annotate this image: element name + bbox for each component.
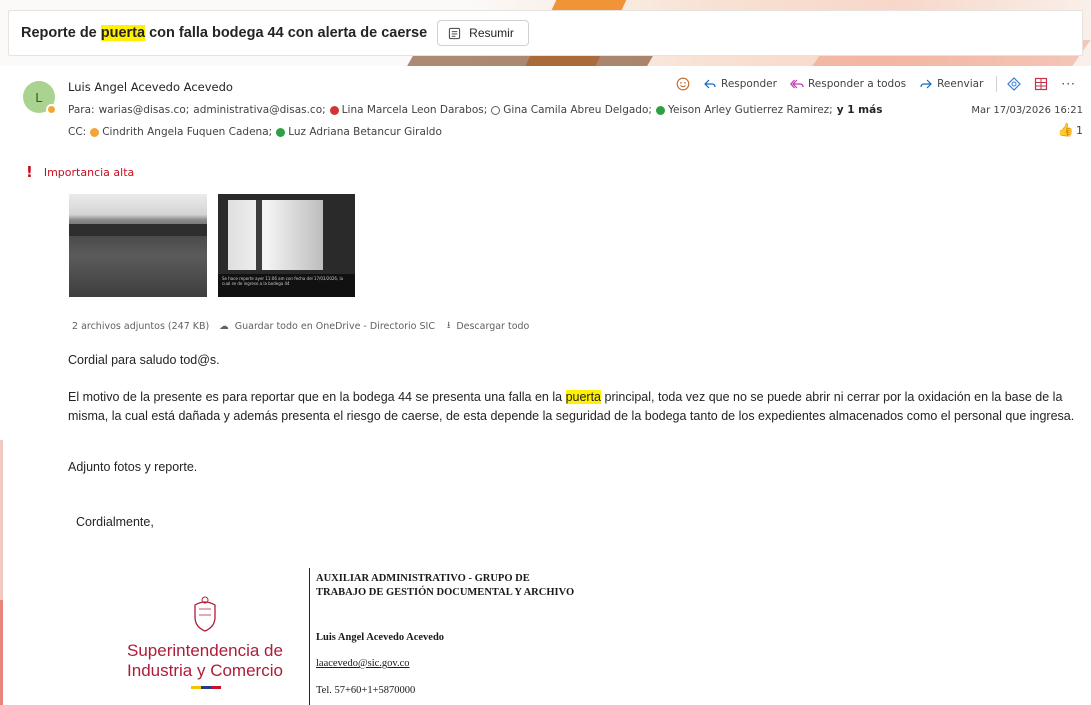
save-to-onedrive-link[interactable]: Guardar todo en OneDrive - Directorio SI… <box>235 321 435 332</box>
like-count: 1 <box>1076 124 1083 137</box>
forward-button[interactable]: Reenviar <box>919 77 983 91</box>
summary-icon <box>449 27 461 39</box>
download-all-link[interactable]: Descargar todo <box>456 321 529 332</box>
importance-icon: ! <box>26 163 33 181</box>
reply-all-icon <box>789 79 804 89</box>
presence-offline-icon <box>491 105 501 115</box>
signature-title: AUXILIAR ADMINISTRATIVO - GRUPO DE TRABA… <box>316 573 575 598</box>
summarize-label: Resumir <box>469 26 514 40</box>
signature-email[interactable]: laacevedo@sic.gov.co <box>316 658 410 669</box>
summarize-button[interactable]: Resumir <box>437 20 529 46</box>
cloud-icon: ☁ <box>219 320 229 332</box>
greeting: Cordial para saludo tod@s. <box>68 353 220 367</box>
more-icon: ··· <box>1061 77 1076 91</box>
search-highlight: puerta <box>100 25 146 41</box>
download-icon: ⭳ <box>446 320 451 331</box>
emoji-icon <box>676 77 690 91</box>
cc-recipients: CC: Cindrith Angela Fuquen Cadena; Luz A… <box>68 126 442 138</box>
more-actions-button[interactable]: ··· <box>1061 77 1075 91</box>
to-label: Para: <box>68 104 95 116</box>
presence-available-icon <box>276 127 286 137</box>
closing: Cordialmente, <box>76 515 154 529</box>
importance-label: Importancia alta <box>43 165 135 179</box>
email-subject: Reporte de puerta con falla bodega 44 co… <box>21 25 428 41</box>
cc-label: CC: <box>68 126 87 138</box>
copilot-icon <box>1007 77 1022 91</box>
avatar-initial: L <box>35 89 43 105</box>
emoji-react-button[interactable] <box>676 77 690 91</box>
signature-phone: Tel. 57+60+1+5870000 <box>316 685 416 696</box>
presence-away-icon <box>46 104 57 115</box>
recipient[interactable]: Yeison Arley Gutierrez Ramirez; <box>668 104 833 116</box>
reply-label: Responder <box>721 78 777 90</box>
toolbar-divider <box>996 76 998 92</box>
recipient[interactable]: warias@disas.co; <box>99 104 190 116</box>
presence-away-icon <box>90 127 100 137</box>
apps-button[interactable] <box>1034 77 1048 91</box>
reply-all-button[interactable]: Responder a todos <box>789 77 907 91</box>
header-banner: Reporte de puerta con falla bodega 44 co… <box>0 0 1091 66</box>
presence-busy-icon <box>329 105 339 115</box>
photo-detail <box>228 200 323 270</box>
recipient[interactable]: Cindrith Angela Fuquen Cadena; <box>102 126 272 138</box>
signature-divider <box>309 568 310 705</box>
photo-detail <box>69 224 207 236</box>
message-date: Mar 17/03/2026 16:21 <box>971 105 1083 116</box>
banner-decoration <box>407 56 653 66</box>
forward-label: Reenviar <box>937 78 984 90</box>
subject-bar: Reporte de puerta con falla bodega 44 co… <box>8 10 1083 56</box>
search-highlight: puerta <box>565 390 602 404</box>
flag-bar <box>191 686 221 689</box>
attachment-thumbnail[interactable]: Se hace reporte ayer 11:06 am con fecha … <box>218 194 355 297</box>
body-paragraph: Adjunto fotos y reporte. <box>68 460 198 474</box>
like-reaction[interactable]: 👍 1 <box>1058 123 1083 138</box>
decorative-accent <box>0 600 3 705</box>
loop-button[interactable] <box>1007 77 1022 91</box>
coat-of-arms-icon <box>194 596 216 632</box>
to-recipients: Para: warias@disas.co; administrativa@di… <box>68 104 882 116</box>
more-recipients-link[interactable]: y 1 más <box>837 104 883 116</box>
importance-flag: ! Importancia alta <box>26 163 134 181</box>
presence-available-icon <box>655 105 665 115</box>
recipient[interactable]: Luz Adriana Betancur Giraldo <box>288 126 442 138</box>
thumbs-up-icon: 👍 <box>1057 123 1074 138</box>
attachments-bar: 2 archivos adjuntos (247 KB) ☁ Guardar t… <box>72 318 529 334</box>
forward-icon <box>920 79 932 89</box>
photo-caption: Se hace reporte ayer 11:06 am con fecha … <box>218 274 355 297</box>
message-actions: Responder Responder a todos Reenviar ··· <box>676 76 1089 92</box>
signature-name: Luis Angel Acevedo Acevedo <box>316 632 445 643</box>
sender-name[interactable]: Luis Angel Acevedo Acevedo <box>68 80 233 94</box>
attachment-thumbnail[interactable] <box>69 194 207 297</box>
recipient[interactable]: Lina Marcela Leon Darabos; <box>342 104 488 116</box>
attachments-summary: 2 archivos adjuntos (247 KB) <box>72 320 210 332</box>
reply-button[interactable]: Responder <box>703 77 777 91</box>
photo-detail <box>256 200 262 270</box>
body-paragraph: El motivo de la presente es para reporta… <box>68 390 1075 423</box>
reply-icon <box>704 79 716 89</box>
reply-all-label: Responder a todos <box>807 78 907 90</box>
recipient[interactable]: Gina Camila Abreu Delgado; <box>503 104 652 116</box>
organization-name: Superintendencia de Industria y Comercio <box>127 641 283 680</box>
recipient[interactable]: administrativa@disas.co; <box>193 104 325 116</box>
grid-app-icon <box>1035 77 1048 91</box>
